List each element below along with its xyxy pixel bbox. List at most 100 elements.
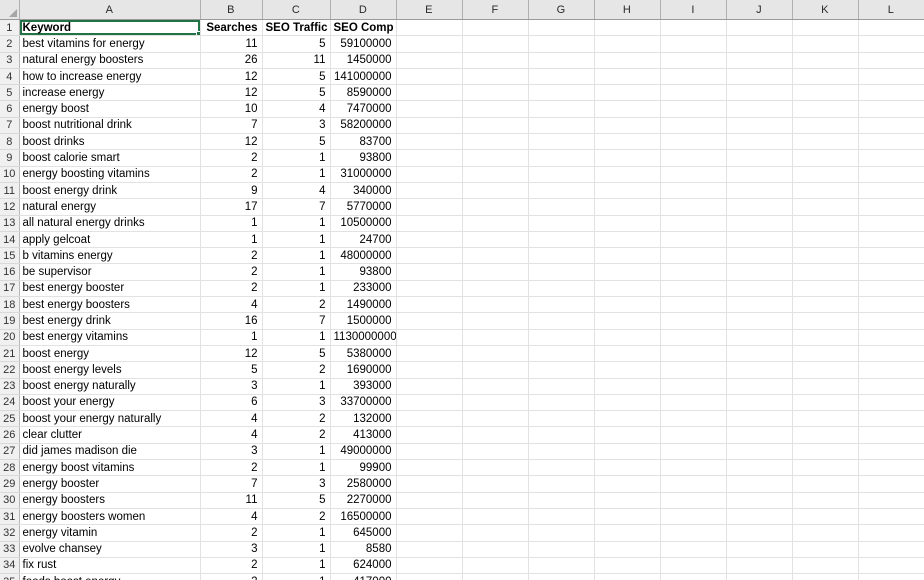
cell-j35[interactable]: [726, 573, 793, 580]
cell-d6[interactable]: 7470000: [330, 100, 397, 118]
row-header-29[interactable]: 29: [0, 475, 20, 493]
cell-k15[interactable]: [792, 247, 859, 265]
cell-h35[interactable]: [594, 573, 661, 580]
cell-g9[interactable]: [528, 149, 595, 167]
cell-k20[interactable]: [792, 329, 859, 346]
cell-a25[interactable]: boost your energy naturally: [19, 410, 201, 428]
row-header-27[interactable]: 27: [0, 443, 20, 461]
cell-f9[interactable]: [462, 149, 529, 167]
cell-j4[interactable]: [726, 68, 793, 86]
cell-l20[interactable]: [858, 329, 924, 346]
cell-j19[interactable]: [726, 312, 793, 330]
cell-g22[interactable]: [528, 361, 595, 379]
cell-c31[interactable]: 2: [262, 508, 331, 526]
cell-e4[interactable]: [396, 68, 463, 86]
cell-d22[interactable]: 1690000: [330, 361, 397, 379]
cell-j3[interactable]: [726, 52, 793, 69]
cell-h3[interactable]: [594, 52, 661, 69]
cell-a30[interactable]: energy boosters: [19, 492, 201, 509]
row-header-32[interactable]: 32: [0, 524, 20, 542]
cell-a3[interactable]: natural energy boosters: [19, 52, 201, 69]
cell-f17[interactable]: [462, 280, 529, 298]
cell-i9[interactable]: [660, 149, 727, 167]
cell-g7[interactable]: [528, 117, 595, 135]
cell-h34[interactable]: [594, 557, 661, 575]
cell-d29[interactable]: 2580000: [330, 475, 397, 493]
cell-l25[interactable]: [858, 410, 924, 428]
cell-g19[interactable]: [528, 312, 595, 330]
cell-l29[interactable]: [858, 475, 924, 493]
cell-c9[interactable]: 1: [262, 149, 331, 167]
cell-k2[interactable]: [792, 35, 859, 53]
cell-f22[interactable]: [462, 361, 529, 379]
cell-i11[interactable]: [660, 182, 727, 200]
cell-i32[interactable]: [660, 524, 727, 542]
cell-i4[interactable]: [660, 68, 727, 86]
cell-e22[interactable]: [396, 361, 463, 379]
row-header-10[interactable]: 10: [0, 166, 20, 183]
cell-b34[interactable]: 2: [200, 557, 263, 575]
cell-d18[interactable]: 1490000: [330, 296, 397, 314]
cell-j1[interactable]: [726, 19, 793, 37]
cell-j33[interactable]: [726, 541, 793, 558]
cell-e26[interactable]: [396, 426, 463, 444]
cell-c8[interactable]: 5: [262, 133, 331, 151]
cell-a29[interactable]: energy booster: [19, 475, 201, 493]
cell-g12[interactable]: [528, 198, 595, 216]
cell-j7[interactable]: [726, 117, 793, 135]
cell-h20[interactable]: [594, 329, 661, 346]
row-header-15[interactable]: 15: [0, 247, 20, 265]
cell-i17[interactable]: [660, 280, 727, 298]
cell-f2[interactable]: [462, 35, 529, 53]
cell-c11[interactable]: 4: [262, 182, 331, 200]
worksheet-table[interactable]: A B C D E F G H I J K L 1 Keyword Searches SEO Traffic S…: [0, 0, 924, 580]
cell-k4[interactable]: [792, 68, 859, 86]
cell-a10[interactable]: energy boosting vitamins: [19, 166, 201, 183]
cell-c19[interactable]: 7: [262, 312, 331, 330]
cell-l17[interactable]: [858, 280, 924, 298]
cell-e28[interactable]: [396, 459, 463, 477]
cell-k13[interactable]: [792, 215, 859, 232]
cell-k22[interactable]: [792, 361, 859, 379]
row-header-14[interactable]: 14: [0, 231, 20, 249]
cell-d26[interactable]: 413000: [330, 426, 397, 444]
cell-f28[interactable]: [462, 459, 529, 477]
cell-k23[interactable]: [792, 378, 859, 395]
cell-i33[interactable]: [660, 541, 727, 558]
cell-d35[interactable]: 417000: [330, 573, 397, 580]
cell-l13[interactable]: [858, 215, 924, 232]
cell-i10[interactable]: [660, 166, 727, 183]
cell-b25[interactable]: 4: [200, 410, 263, 428]
cell-e3[interactable]: [396, 52, 463, 69]
cell-d31[interactable]: 16500000: [330, 508, 397, 526]
row-header-33[interactable]: 33: [0, 541, 20, 558]
cell-g3[interactable]: [528, 52, 595, 69]
cell-a27[interactable]: did james madison die: [19, 443, 201, 461]
cell-g28[interactable]: [528, 459, 595, 477]
cell-e21[interactable]: [396, 345, 463, 363]
cell-a2[interactable]: best vitamins for energy: [19, 35, 201, 53]
cell-d7[interactable]: 58200000: [330, 117, 397, 135]
header-cell-b1[interactable]: Searches: [200, 19, 263, 37]
cell-h16[interactable]: [594, 263, 661, 281]
cell-c21[interactable]: 5: [262, 345, 331, 363]
cell-k5[interactable]: [792, 84, 859, 102]
cell-h12[interactable]: [594, 198, 661, 216]
cell-e35[interactable]: [396, 573, 463, 580]
cell-j23[interactable]: [726, 378, 793, 395]
cell-h18[interactable]: [594, 296, 661, 314]
cell-h26[interactable]: [594, 426, 661, 444]
cell-i18[interactable]: [660, 296, 727, 314]
row-header-7[interactable]: 7: [0, 117, 20, 135]
cell-g8[interactable]: [528, 133, 595, 151]
cell-h9[interactable]: [594, 149, 661, 167]
row-header-8[interactable]: 8: [0, 133, 20, 151]
cell-b22[interactable]: 5: [200, 361, 263, 379]
cell-d21[interactable]: 5380000: [330, 345, 397, 363]
cell-a26[interactable]: clear clutter: [19, 426, 201, 444]
row-header-19[interactable]: 19: [0, 312, 20, 330]
cell-c25[interactable]: 2: [262, 410, 331, 428]
cell-l30[interactable]: [858, 492, 924, 509]
cell-f35[interactable]: [462, 573, 529, 580]
cell-d8[interactable]: 83700: [330, 133, 397, 151]
